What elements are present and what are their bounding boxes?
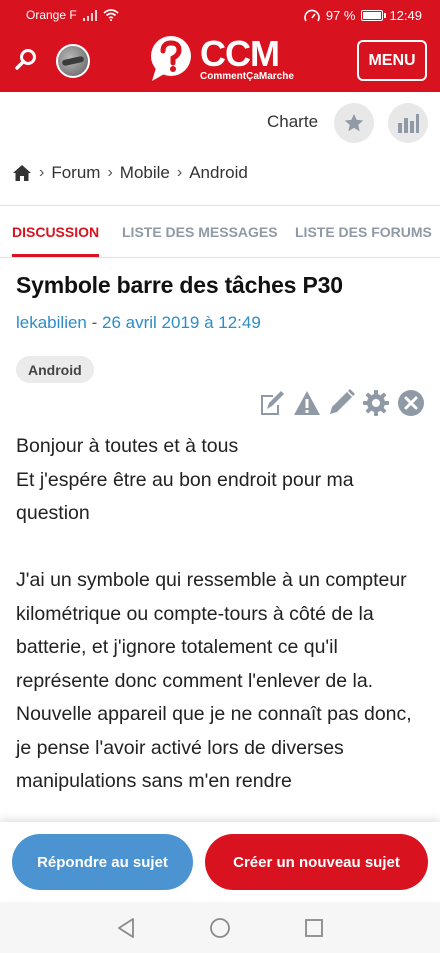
recents-icon: [305, 919, 323, 937]
post-paragraph: J'ai un symbole qui ressemble à un compt…: [16, 569, 407, 692]
post-meta: lekabilien - 26 avril 2019 à 12:49: [16, 313, 261, 333]
tag-badge[interactable]: Android: [16, 356, 94, 383]
logo-text: CCM: [200, 32, 280, 74]
logo-subtext: CommentÇaMarche: [200, 70, 294, 82]
post-author[interactable]: lekabilien: [16, 313, 87, 332]
breadcrumb-separator: ›: [107, 164, 113, 181]
system-nav-bar: [0, 902, 440, 953]
close-button[interactable]: [396, 388, 426, 418]
recents-button[interactable]: [302, 916, 326, 940]
battery-icon: [361, 10, 387, 21]
search-button[interactable]: [10, 44, 42, 76]
home-circle-icon: [210, 918, 230, 938]
post-paragraph: Bonjour à toutes et à tous: [16, 435, 239, 457]
back-button[interactable]: [114, 916, 138, 940]
site-header: CCM CommentÇaMarche MENU: [0, 30, 440, 92]
breadcrumb-separator: ›: [176, 164, 183, 181]
post-body: Bonjour à toutes et à tous Et j'espére ê…: [16, 430, 428, 799]
speedometer-icon: [304, 9, 320, 21]
post-paragraph: Et j'espére être au bon endroit pour ma …: [16, 468, 354, 525]
breadcrumb-android[interactable]: Android: [189, 163, 248, 183]
signature-icon: [261, 391, 284, 415]
stats-button[interactable]: [388, 103, 428, 143]
tab-liste-des-forums[interactable]: LISTE DES FORUMS: [295, 224, 432, 240]
stats-icon: [398, 114, 419, 133]
new-topic-button[interactable]: Créer un nouveau sujet: [205, 834, 428, 890]
tab-liste-des-messages[interactable]: LISTE DES MESSAGES: [122, 224, 278, 240]
favorite-button[interactable]: [334, 103, 374, 143]
menu-button[interactable]: MENU: [357, 40, 427, 81]
home-button[interactable]: [208, 916, 232, 940]
report-button[interactable]: [292, 388, 322, 418]
action-bar: Répondre au sujet Créer un nouveau sujet: [0, 822, 440, 902]
site-logo[interactable]: CCM CommentÇaMarche: [150, 35, 294, 83]
breadcrumb-separator: ›: [39, 164, 45, 181]
tab-discussion[interactable]: DISCUSSION: [12, 224, 99, 240]
tab-bar: DISCUSSION LISTE DES MESSAGES LISTE DES …: [0, 206, 440, 258]
breadcrumb-forum[interactable]: Forum: [51, 163, 100, 183]
clock: 12:49: [389, 8, 422, 23]
edit-button[interactable]: [326, 388, 356, 418]
status-bar: Orange F 97 % 12:49: [0, 0, 440, 30]
meta-separator: -: [91, 313, 98, 332]
breadcrumb-mobile[interactable]: Mobile: [120, 163, 170, 183]
battery-percent: 97 %: [325, 8, 356, 23]
post-title: Symbole barre des tâches P30: [16, 272, 343, 298]
breadcrumb: › Forum › Mobile › Android: [12, 163, 248, 183]
carrier-label: Orange F: [26, 8, 77, 22]
edit-icon: [330, 389, 355, 414]
logo-icon: [151, 36, 191, 81]
settings-button[interactable]: [361, 388, 391, 418]
signal-icon: [82, 9, 97, 21]
home-icon[interactable]: [12, 164, 32, 182]
wifi-icon: [103, 9, 119, 21]
post-date[interactable]: 26 avril 2019 à 12:49: [102, 313, 261, 332]
warning-icon: [294, 391, 320, 415]
charte-link[interactable]: Charte: [267, 112, 318, 132]
star-icon: [344, 113, 364, 132]
back-icon: [118, 918, 134, 938]
close-icon: [398, 390, 424, 416]
reply-button[interactable]: Répondre au sujet: [12, 834, 193, 890]
gear-icon: [363, 390, 389, 416]
avatar[interactable]: [56, 44, 90, 78]
signature-button[interactable]: [256, 388, 286, 418]
search-icon: [15, 49, 36, 70]
post-paragraph: Nouvelle appareil que je ne connaît pas …: [16, 703, 412, 792]
divider: [0, 257, 440, 258]
